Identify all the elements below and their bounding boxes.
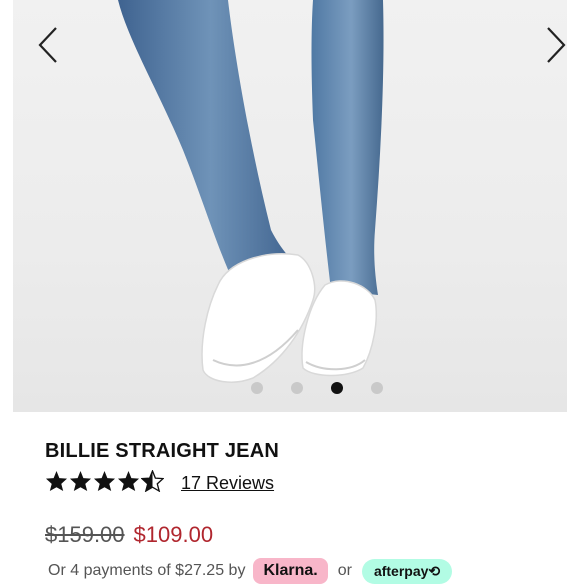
star-full-icon <box>93 470 116 492</box>
star-full-icon <box>117 470 140 492</box>
installment-payment-row: Or 4 payments of $27.25 by Klarna. or af… <box>48 558 453 584</box>
chevron-left-icon <box>38 27 57 63</box>
reviews-link[interactable]: 17 Reviews <box>181 473 274 494</box>
original-price: $159.00 <box>45 522 125 547</box>
star-full-icon <box>45 470 68 492</box>
product-title: BILLIE STRAIGHT JEAN <box>45 440 280 462</box>
star-half-icon <box>141 470 164 492</box>
rating-row: 17 Reviews <box>45 466 274 496</box>
product-photo <box>118 0 384 383</box>
or-text: or <box>337 562 352 579</box>
pagination-dot-4[interactable] <box>371 382 383 394</box>
installment-text: Or 4 payments of $27.25 by <box>48 562 246 579</box>
previous-image-button[interactable] <box>33 22 63 68</box>
price-row: $159.00 $109.00 <box>45 522 213 548</box>
sale-price: $109.00 <box>133 522 214 547</box>
star-rating <box>45 470 164 492</box>
chevron-right-icon <box>547 27 566 63</box>
pagination-dot-1[interactable] <box>251 382 263 394</box>
product-image-gallery[interactable] <box>13 0 567 412</box>
klarna-badge[interactable]: Klarna. <box>253 558 328 584</box>
image-pagination-dots <box>13 382 567 396</box>
next-image-button[interactable] <box>541 22 567 68</box>
pagination-dot-3-active[interactable] <box>331 382 343 394</box>
pagination-dot-2[interactable] <box>291 382 303 394</box>
star-full-icon <box>69 470 92 492</box>
